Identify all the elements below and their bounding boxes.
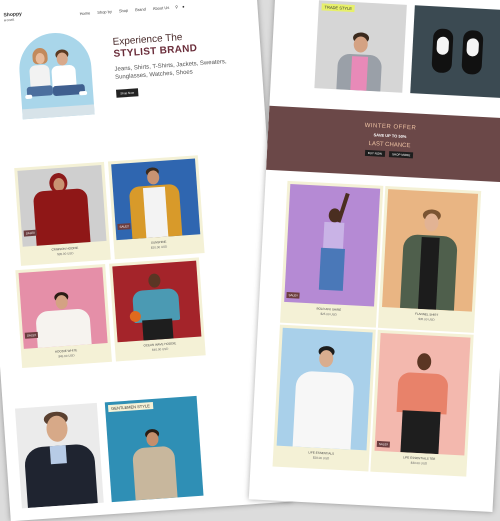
sale-badge: SALE!! <box>23 229 38 237</box>
landing-page-left: Shoppy HOME Home Shop by Shop Brand Abou… <box>0 0 293 521</box>
product-card[interactable]: LIFE ESSENTIALS $28.00 USD <box>272 324 376 472</box>
landing-page-right: TRADE STYLE WINTER OFFER SAVE UP TO 50% … <box>248 0 500 513</box>
hero-image <box>16 30 95 120</box>
nav-item-about[interactable]: About Us <box>153 4 170 10</box>
product-card[interactable]: FLANNEL SHIRT $35.00 USD <box>377 185 482 333</box>
product-card[interactable]: SALE!! LIFE ESSENTIALS TEE $30.00 USD <box>370 329 474 477</box>
nav-item-shop[interactable]: Shop <box>119 7 129 13</box>
product-card[interactable]: OCEAN WAVE HOODIE $40.00 USD <box>109 257 206 362</box>
product-card[interactable]: SALE!! BOLD AFK SHIRE $25.00 USD <box>280 180 384 328</box>
product-card[interactable]: SALE!! SUNSHINE $20.00 USD <box>107 155 205 260</box>
category-tag: TRADE STYLE <box>321 3 356 13</box>
sale-badge: SALE!! <box>286 291 300 299</box>
shop-now-button[interactable]: Shop Now <box>115 88 139 98</box>
sale-badge: SALE!! <box>24 331 39 339</box>
nav-icons: ⚲ ● <box>175 3 185 9</box>
hero-section: Experience The STYLIST BRAND Jeans, Shir… <box>16 11 262 127</box>
sale-badge: SALE!! <box>117 223 132 231</box>
sale-badge: SALE!! <box>376 440 391 448</box>
nav-item-shop-by[interactable]: Shop by <box>97 8 112 14</box>
nav-menu: Home Shop by Shop Brand About Us <box>79 4 169 15</box>
shop-more-button[interactable]: SHOP MORE <box>388 151 414 159</box>
model-photo <box>14 402 104 509</box>
shoes-photo <box>410 5 500 98</box>
category-tag: GENTLEMEN STYLE <box>107 402 154 413</box>
nav-item-home[interactable]: Home <box>79 10 90 16</box>
trade-style-photo: TRADE STYLE <box>314 0 407 93</box>
buy-now-button[interactable]: BUY NOW <box>364 149 386 157</box>
search-icon[interactable]: ⚲ <box>175 4 178 9</box>
product-card[interactable]: SALE!! CRIMSON HOODIE $35.00 USD <box>14 161 111 266</box>
winter-offer-banner: WINTER OFFER SAVE UP TO 50% LAST CHANCE … <box>266 105 500 183</box>
logo-subtext: HOME <box>3 17 15 23</box>
gentlemen-style-photo: GENTLEMEN STYLE <box>104 395 204 503</box>
brand-logo[interactable]: Shoppy HOME <box>3 11 30 24</box>
hero-subtitle: Jeans, Shirts, T-Shirts, Jackets, Sweate… <box>114 59 227 81</box>
hero-text: Experience The STYLIST BRAND Jeans, Shir… <box>112 27 256 100</box>
product-card[interactable]: SALE!! HOODIE WHITE $45.00 USD <box>15 263 112 369</box>
user-icon[interactable]: ● <box>182 3 185 8</box>
nav-item-brand[interactable]: Brand <box>135 6 146 12</box>
